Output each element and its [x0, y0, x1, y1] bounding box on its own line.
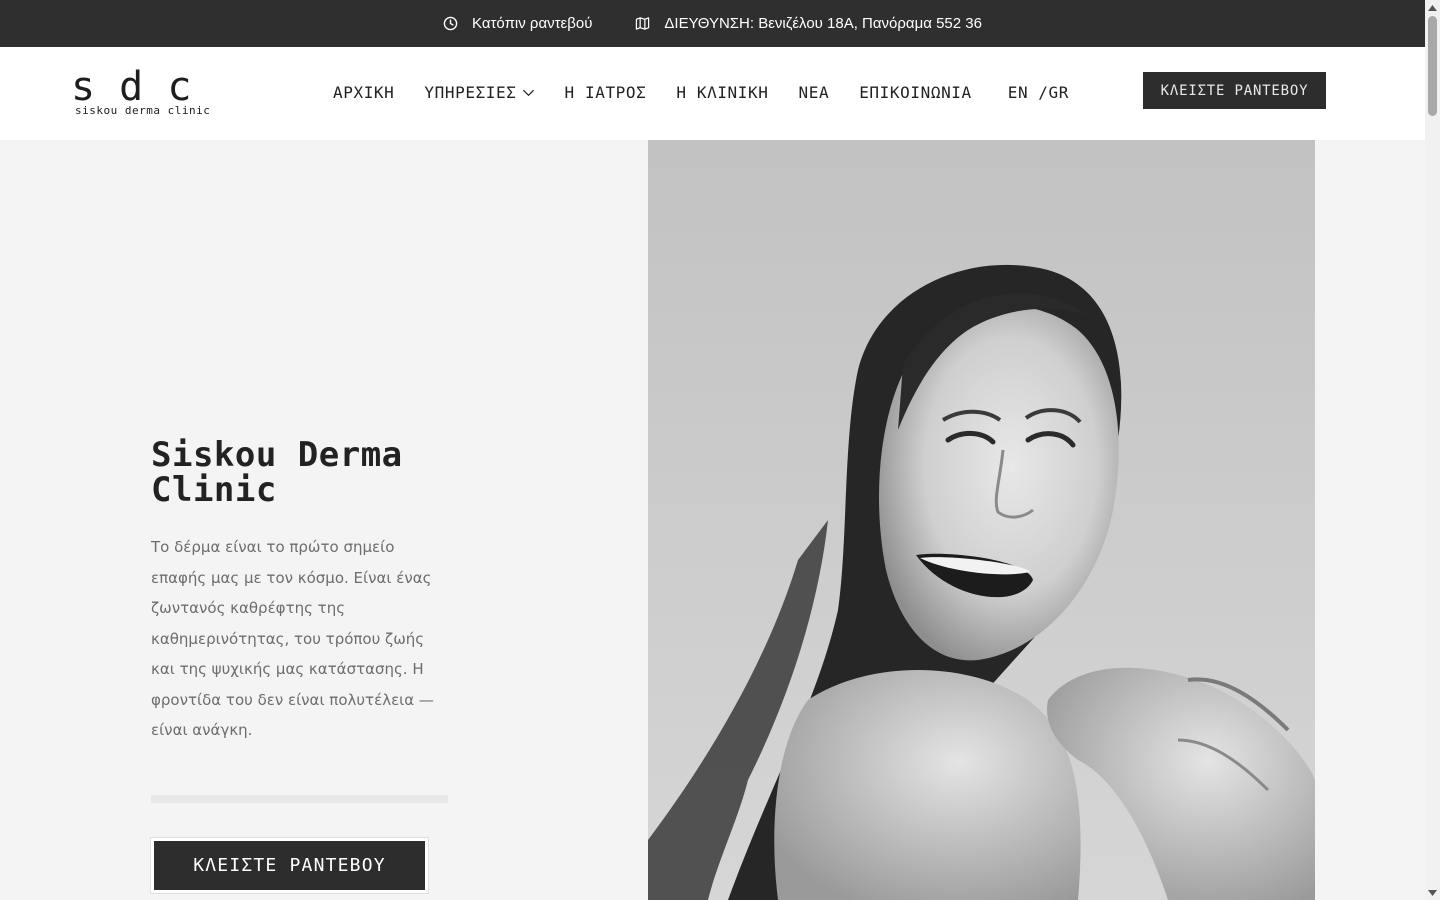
hero-description: Το δέρμα είναι το πρώτο σημείο επαφής μα…	[151, 538, 434, 739]
nav-item-clinic[interactable]: Η ΚΛΙΝΙΚΗ	[676, 83, 768, 102]
nav-item-home[interactable]: ΑΡΧΙΚΗ	[333, 83, 394, 102]
site-header: s d c siskou derma clinic ΑΡΧΙΚΗ ΥΠΗΡΕΣΙ…	[0, 47, 1425, 140]
clock-icon	[443, 16, 458, 31]
nav-item-news[interactable]: ΝΕΑ	[799, 83, 830, 102]
scroll-up-arrow-icon[interactable]	[1425, 0, 1440, 15]
nav-item-contact[interactable]: ΕΠΙΚΟΙΝΩΝΙΑ	[859, 83, 972, 102]
hero-book-appointment-button[interactable]: ΚΛΕΙΣΤΕ ΡΑΝΤΕΒΟΥ	[150, 837, 429, 894]
nav-item-services[interactable]: ΥΠΗΡΕΣΙΕΣ	[424, 83, 534, 102]
language-switcher: EN /GR	[1008, 83, 1069, 102]
scrollbar-thumb[interactable]	[1428, 16, 1437, 116]
lang-en-link[interactable]: EN	[1008, 83, 1028, 102]
hero-portrait-image	[648, 140, 1315, 900]
chevron-down-icon	[522, 89, 534, 97]
nav-item-doctor[interactable]: Η ΙΑΤΡΟΣ	[565, 83, 647, 102]
hours-info: Κατόπιν ραντεβού	[443, 15, 592, 32]
logo-mark: s d c	[71, 64, 192, 110]
hero-title: Siskou Derma Clinic	[151, 435, 403, 510]
hero-divider	[151, 795, 448, 803]
logo-wordmark: siskou derma clinic	[75, 104, 211, 117]
logo[interactable]: s d c siskou derma clinic	[71, 67, 221, 123]
lang-gr-link[interactable]: /GR	[1038, 83, 1069, 102]
hours-text: Κατόπιν ραντεβού	[472, 15, 593, 32]
map-icon	[636, 17, 650, 30]
header-book-appointment-button[interactable]: ΚΛΕΙΣΤΕ ΡΑΝΤΕΒΟΥ	[1143, 72, 1326, 109]
top-info-bar: Κατόπιν ραντεβού ΔΙΕΥΘΥΝΣΗ: Βενιζέλου 18…	[0, 0, 1425, 47]
address-info: ΔΙΕΥΘΥΝΣΗ: Βενιζέλου 18Α, Πανόραμα 552 3…	[635, 15, 982, 32]
main-nav: ΑΡΧΙΚΗ ΥΠΗΡΕΣΙΕΣ Η ΙΑΤΡΟΣ Η ΚΛΙΝΙΚΗ ΝΕΑ …	[333, 83, 1069, 102]
address-text: ΔΙΕΥΘΥΝΣΗ: Βενιζέλου 18Α, Πανόραμα 552 3…	[664, 15, 982, 32]
page-scrollbar[interactable]	[1425, 0, 1440, 900]
scroll-down-arrow-icon[interactable]	[1425, 885, 1440, 900]
